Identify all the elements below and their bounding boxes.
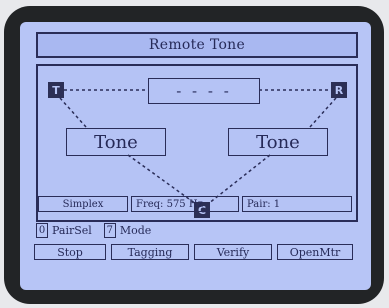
transmitter-node: T bbox=[48, 82, 64, 98]
softkey-options: 0 PairSel 7 Mode bbox=[36, 222, 151, 238]
option-pairsel-label: PairSel bbox=[52, 223, 92, 237]
option-mode-label: Mode bbox=[119, 223, 152, 237]
transmitter-node-label: T bbox=[52, 83, 60, 97]
option-pairsel-key: 0 bbox=[36, 222, 48, 238]
stop-button[interactable]: Stop bbox=[34, 244, 106, 260]
openmtr-button[interactable]: OpenMtr bbox=[277, 244, 353, 260]
tagging-button[interactable]: Tagging bbox=[111, 244, 189, 260]
page-title: Remote Tone bbox=[36, 32, 358, 58]
option-mode-key: 7 bbox=[103, 222, 116, 238]
tone-right-box: Tone bbox=[228, 128, 328, 156]
receiver-node: R bbox=[331, 82, 347, 98]
option-pairsel[interactable]: 0 PairSel bbox=[36, 222, 92, 238]
receiver-node-label: R bbox=[334, 83, 344, 97]
freq-status-value: Freq: 575 Hz bbox=[136, 198, 203, 210]
page-title-text: Remote Tone bbox=[148, 37, 246, 53]
center-display: - - - - bbox=[148, 78, 260, 104]
freq-status-field: Freq: 575 Hz bbox=[131, 196, 239, 212]
tone-left-box: Tone bbox=[66, 128, 166, 156]
mode-status-field: Simplex bbox=[38, 196, 128, 212]
tone-right-label: Tone bbox=[256, 131, 300, 153]
pair-status-value: Pair: 1 bbox=[247, 198, 281, 210]
center-display-value: - - - - bbox=[176, 82, 232, 100]
verify-button[interactable]: Verify bbox=[194, 244, 272, 260]
mode-status-value: Simplex bbox=[62, 198, 104, 210]
pair-status-field: Pair: 1 bbox=[242, 196, 352, 212]
lcd-screen: Remote Tone T R C - - - - Tone Tone Simp… bbox=[20, 22, 371, 290]
option-mode[interactable]: 7 Mode bbox=[103, 222, 152, 238]
function-key-bar: Stop Tagging Verify OpenMtr bbox=[34, 244, 357, 262]
tone-left-label: Tone bbox=[94, 131, 138, 153]
